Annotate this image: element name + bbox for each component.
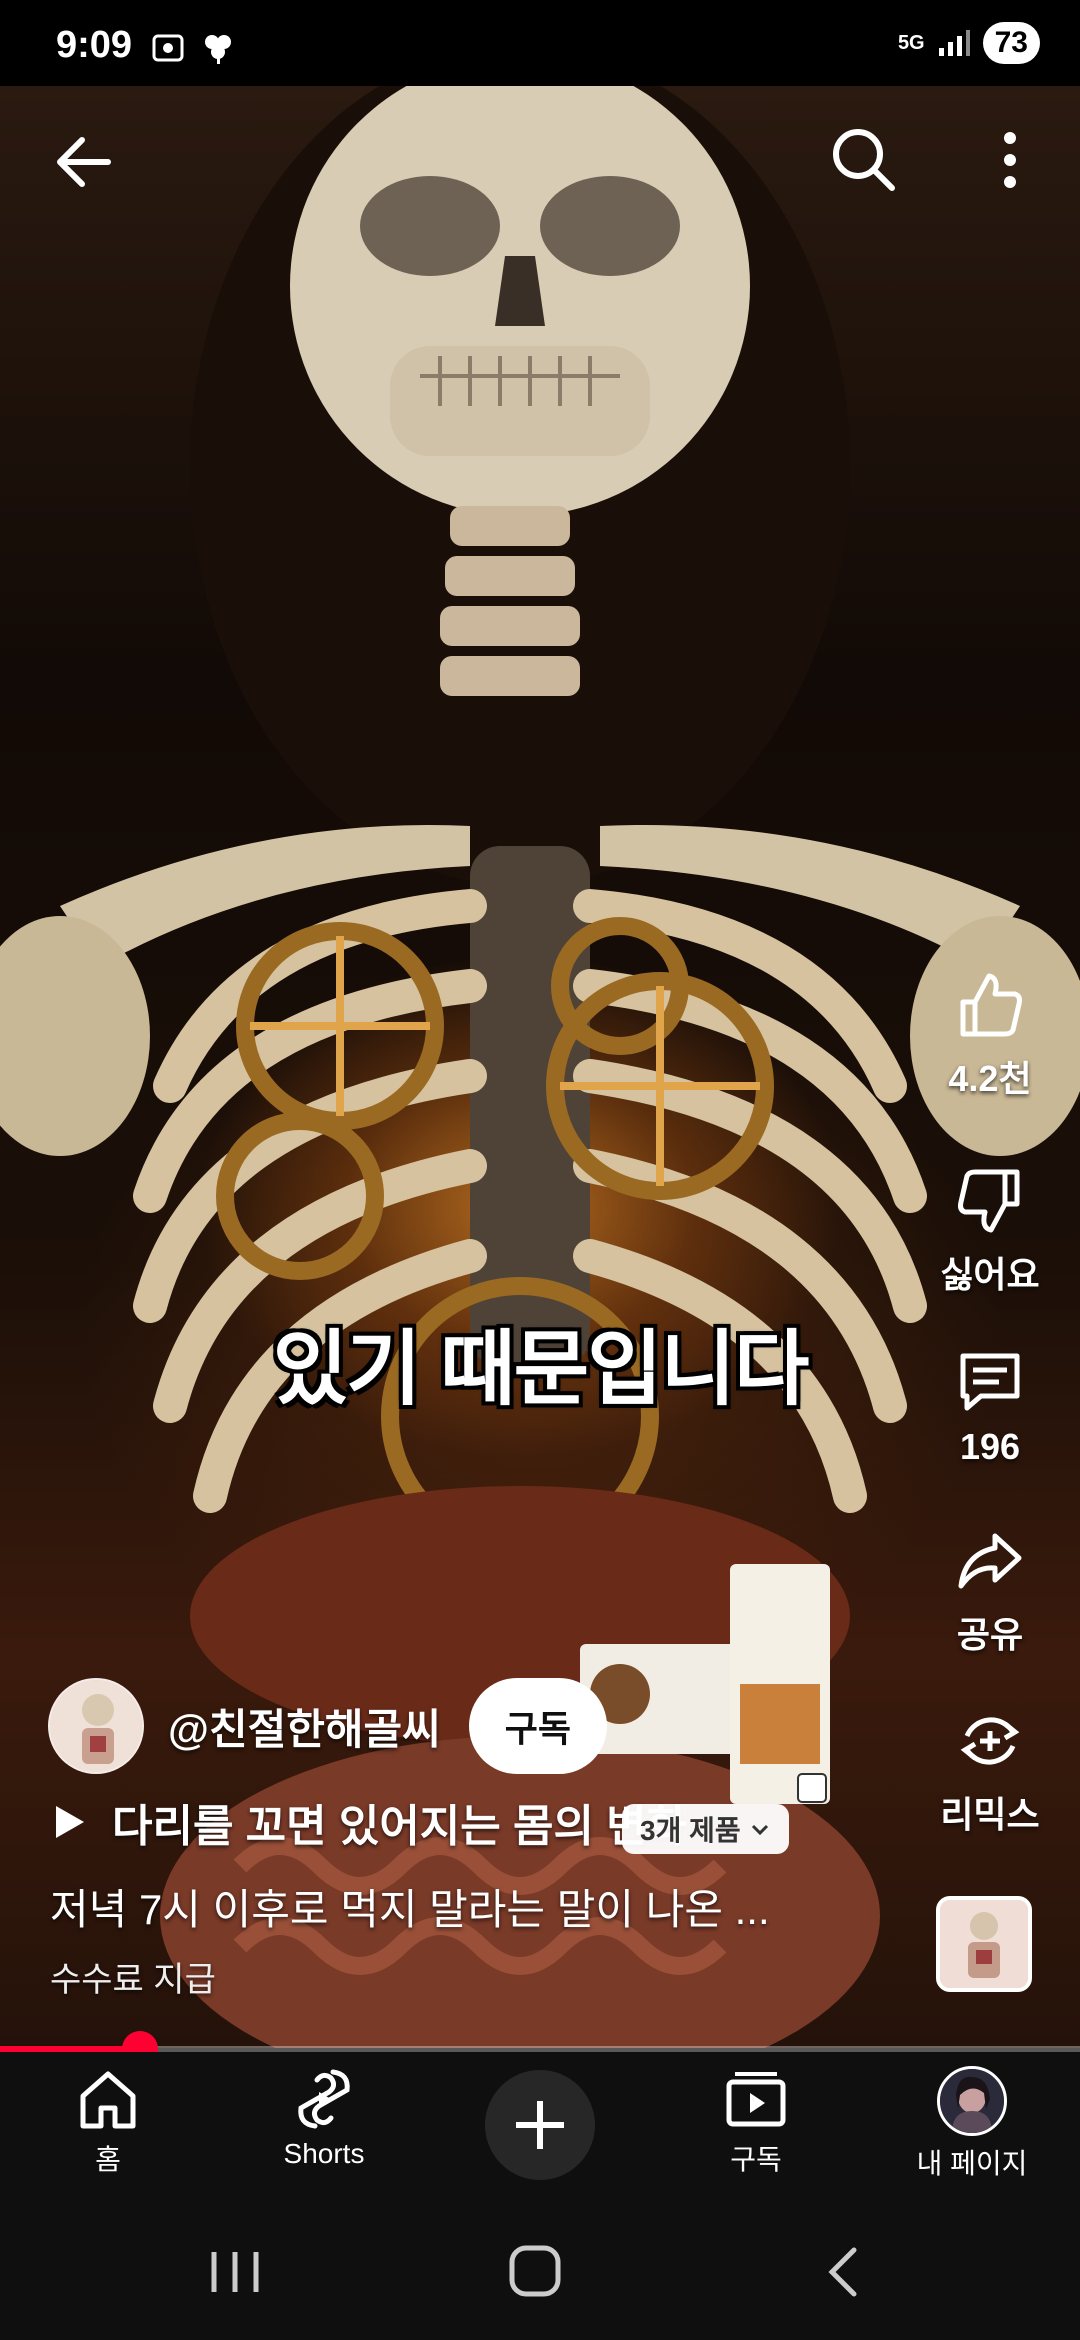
nav-shorts[interactable]: Shorts: [224, 2066, 424, 2170]
skeleton-thumbnail-image: [940, 1900, 1028, 1988]
comment-count: 196: [959, 1426, 1021, 1467]
comments-button[interactable]: 196: [900, 1346, 1080, 1468]
chevron-down-icon: [751, 1824, 768, 1836]
search-button[interactable]: [828, 124, 900, 196]
remix-icon: [960, 1717, 1020, 1765]
share-button[interactable]: 공유: [900, 1526, 1080, 1658]
share-label: 공유: [956, 1614, 1024, 1655]
dislike-label: 싫어요: [940, 1254, 1040, 1295]
like-button[interactable]: 4.2천: [900, 970, 1080, 1102]
subscribe-button[interactable]: 구독: [468, 1678, 608, 1774]
bottom-nav: 홈 Shorts 구독 내 페이지: [0, 2052, 1080, 2202]
skeleton-avatar-image: [50, 1680, 142, 1772]
more-options-button[interactable]: [980, 124, 1040, 196]
product-image: [580, 1564, 830, 1804]
share-icon: [958, 1533, 1022, 1589]
nav-shorts-label: Shorts: [283, 2138, 365, 2169]
recent-apps-icon[interactable]: [200, 2242, 270, 2302]
channel-handle[interactable]: @친절한해골씨: [168, 1696, 441, 1757]
nav-subscriptions-label: 구독: [730, 2144, 782, 2175]
channel-row: @친절한해골씨 구독: [48, 1676, 608, 1776]
back-button[interactable]: [48, 126, 120, 198]
sound-remix-thumbnail[interactable]: [936, 1896, 1032, 1992]
products-chip[interactable]: 3개 제품: [622, 1804, 789, 1854]
remix-label: 리믹스: [940, 1794, 1040, 1835]
top-controls: [0, 86, 1080, 226]
video-title: 다리를 꼬면 있어지는 몸의 변화: [112, 1802, 688, 1851]
remix-button[interactable]: 리믹스: [900, 1706, 1080, 1838]
profile-avatar: [937, 2066, 1007, 2136]
status-bar: 9:09 5G 73: [0, 0, 1080, 86]
nav-you[interactable]: 내 페이지: [872, 2066, 1072, 2182]
shorts-icon: [298, 2069, 350, 2129]
nav-home-label: 홈: [95, 2144, 121, 2175]
product-promo[interactable]: [580, 1564, 840, 1824]
system-navigation-bar: [0, 2202, 1080, 2340]
network-type: 5G: [897, 32, 925, 54]
dislike-button[interactable]: 싫어요: [900, 1166, 1080, 1298]
clover-icon: [205, 35, 231, 64]
home-icon: [80, 2071, 136, 2129]
products-label: 3개 제품: [640, 1815, 741, 1846]
more-vertical-icon: [1004, 132, 1016, 188]
comment-icon: [960, 1353, 1020, 1411]
video-description[interactable]: 저녁 7시 이후로 먹지 말라는 말이 나온 ...: [50, 1876, 770, 1937]
signal-icon: [938, 30, 970, 56]
paid-promotion-label: 수수료 지급: [50, 1961, 216, 1999]
home-system-icon[interactable]: [500, 2242, 570, 2302]
play-icon: [56, 1806, 84, 1838]
subscriptions-icon: [726, 2072, 786, 2127]
thumbs-up-icon: [960, 973, 1022, 1037]
back-system-icon[interactable]: [810, 2242, 880, 2302]
nav-home[interactable]: 홈: [8, 2066, 208, 2178]
create-button[interactable]: [485, 2070, 595, 2180]
plus-icon: [516, 2101, 564, 2149]
video-title-row[interactable]: 다리를 꼬면 있어지는 몸의 변화: [52, 1790, 687, 1854]
battery-level: 73: [982, 22, 1040, 64]
status-time: 9:09: [56, 24, 133, 66]
nav-you-label: 내 페이지: [916, 2148, 1028, 2179]
profile-avatar-image: [940, 2069, 1004, 2133]
nav-subscriptions[interactable]: 구독: [656, 2066, 856, 2178]
screenshot-icon: [152, 34, 184, 62]
arrow-left-icon: [57, 137, 111, 187]
like-count: 4.2천: [948, 1058, 1032, 1099]
channel-avatar[interactable]: [48, 1678, 144, 1774]
thumbs-down-icon: [958, 1169, 1020, 1233]
search-icon: [833, 129, 895, 191]
